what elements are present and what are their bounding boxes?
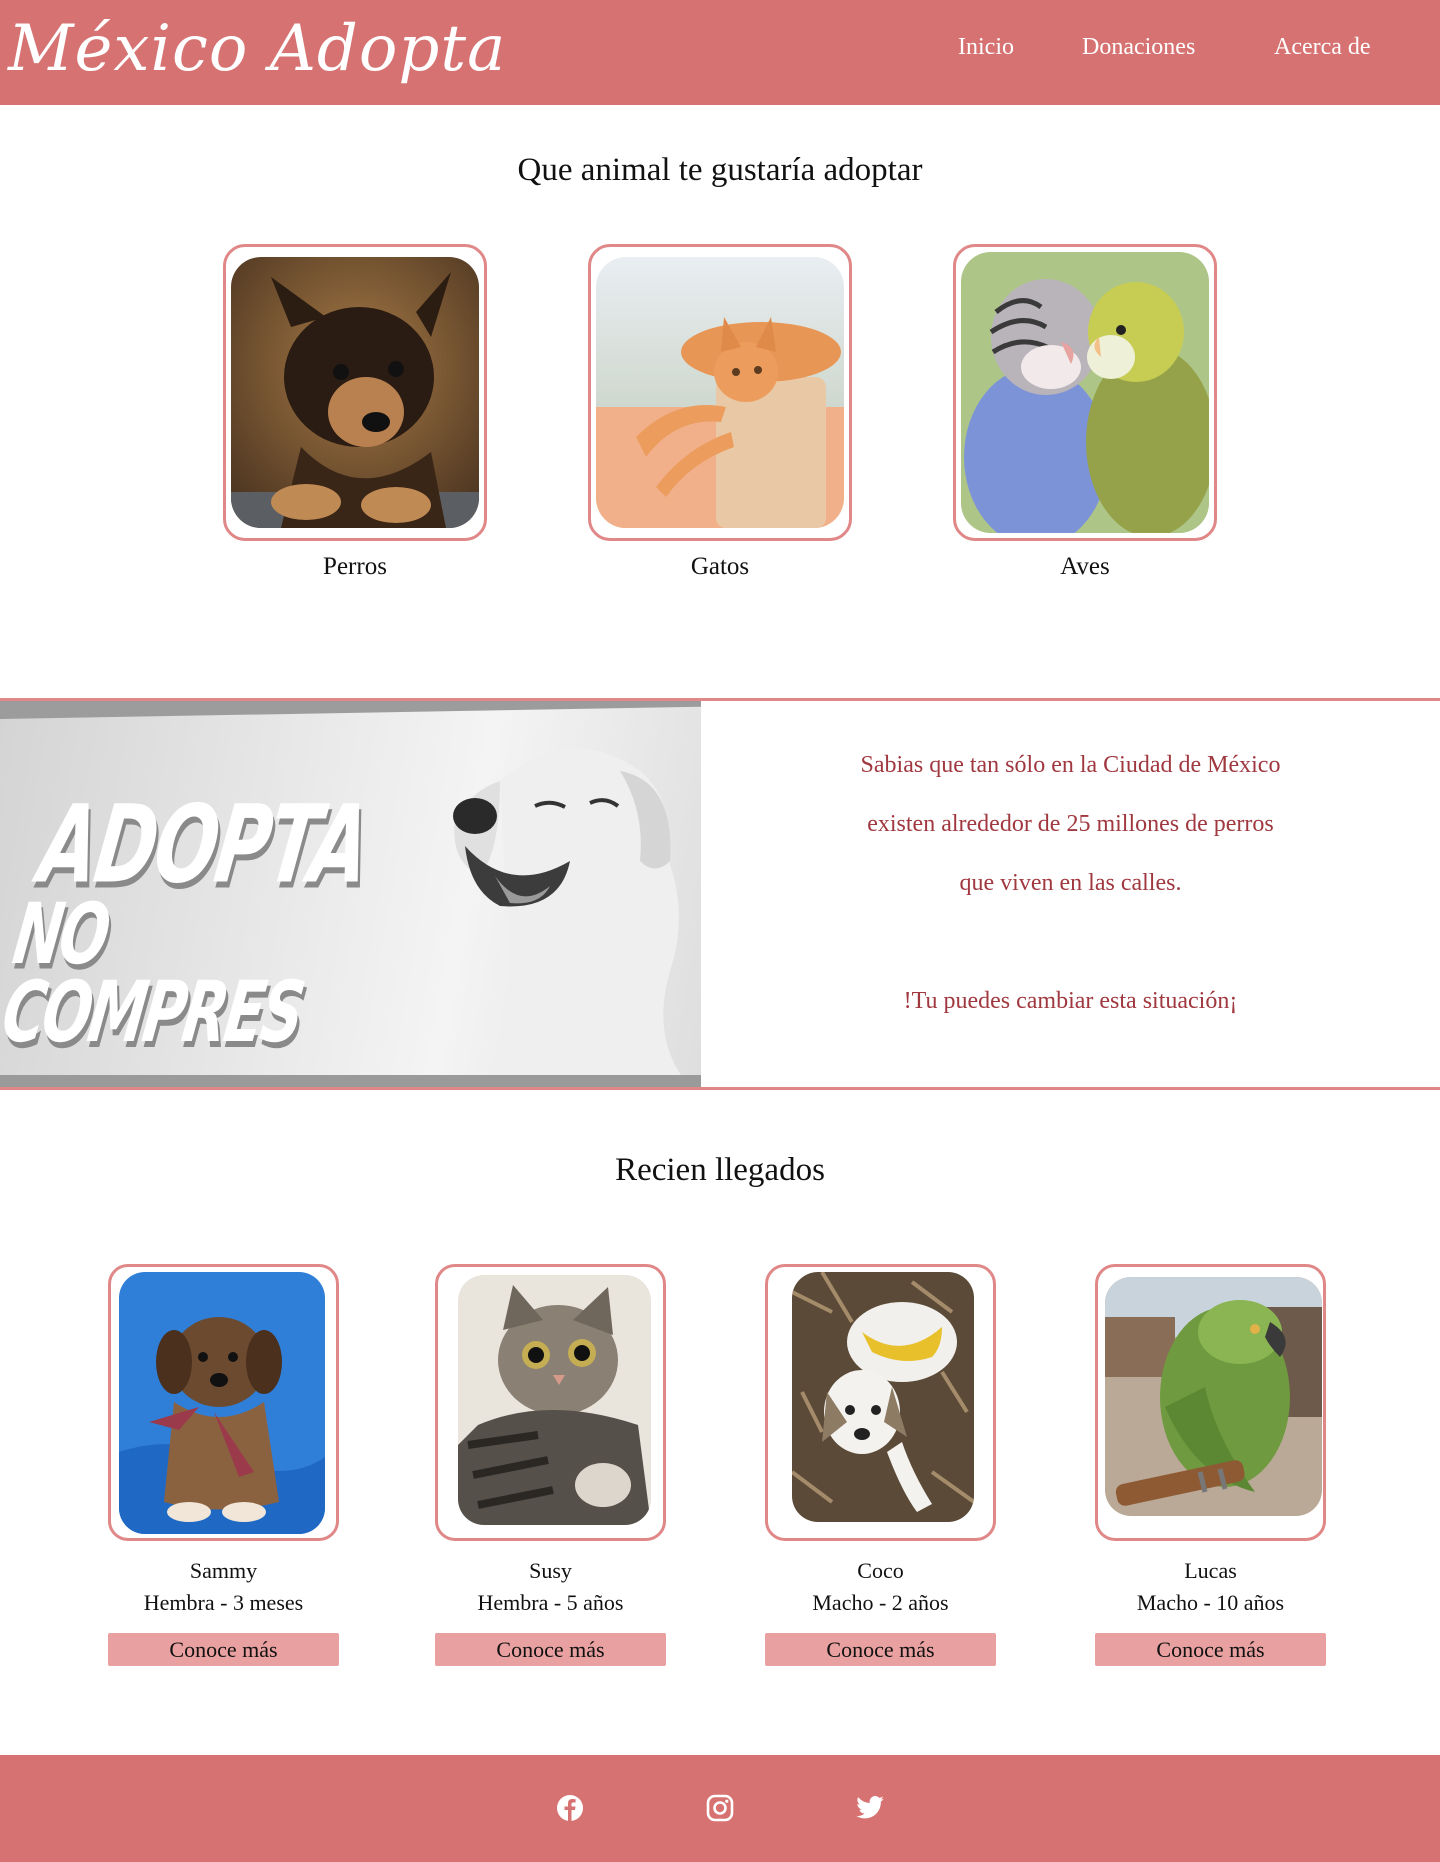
category-card-aves[interactable] [953, 244, 1217, 541]
banner-call-to-action: !Tu puedes cambiar esta situación¡ [903, 988, 1238, 1014]
pet-info: Macho - 2 años [812, 1590, 949, 1615]
banner-stripe [0, 1075, 701, 1087]
conoce-mas-button[interactable]: Conoce más [765, 1633, 996, 1666]
pet-photo-susy [458, 1275, 651, 1525]
pet-info: Hembra - 5 años [477, 1590, 624, 1615]
pet-name: Sammy [189, 1558, 258, 1583]
slogan-line1: ADOPTA [32, 782, 376, 908]
pet-name: Coco [857, 1558, 904, 1583]
category-card-gatos[interactable] [588, 244, 852, 541]
pet-photo-lucas [1105, 1277, 1322, 1516]
slogan-line2: NO COMPRES [0, 884, 308, 1062]
pet-card-sammy[interactable] [108, 1264, 339, 1541]
cat-photo [596, 257, 844, 528]
categories-title: Que animal te gustaría adoptar [517, 152, 923, 188]
parakeets-photo [961, 252, 1209, 533]
conoce-mas-button[interactable]: Conoce más [435, 1633, 666, 1666]
category-label: Perros [323, 553, 387, 580]
pet-photo-coco [792, 1272, 974, 1522]
instagram-icon[interactable] [705, 1793, 735, 1823]
nav-acerca-de[interactable]: Acerca de [1274, 34, 1371, 61]
twitter-icon[interactable] [855, 1793, 885, 1823]
awareness-banner: ADOPTA NO COMPRES Sabias que tan sólo en… [0, 698, 1440, 1090]
pet-card-susy[interactable] [435, 1264, 666, 1541]
adopta-banner-image: ADOPTA NO COMPRES [0, 701, 701, 1087]
facebook-icon[interactable] [555, 1793, 585, 1823]
nav-inicio[interactable]: Inicio [958, 34, 1014, 61]
pet-card-lucas[interactable] [1095, 1264, 1326, 1541]
category-label: Gatos [690, 553, 750, 580]
main-nav: Inicio Donaciones Acerca de [0, 34, 1440, 68]
pet-info: Hembra - 3 meses [143, 1590, 304, 1615]
banner-line: que viven en las calles. [959, 870, 1182, 896]
pet-photo-sammy [119, 1272, 325, 1534]
pet-info: Macho - 10 años [1136, 1590, 1285, 1615]
site-footer [0, 1755, 1440, 1862]
conoce-mas-button[interactable]: Conoce más [108, 1633, 339, 1666]
banner-message: Sabias que tan sólo en la Ciudad de Méxi… [701, 701, 1440, 1087]
site-header: México Adopta Inicio Donaciones Acerca d… [0, 0, 1440, 105]
pet-card-coco[interactable] [765, 1264, 996, 1541]
conoce-mas-button[interactable]: Conoce más [1095, 1633, 1326, 1666]
banner-line: Sabias que tan sólo en la Ciudad de Méxi… [860, 752, 1281, 778]
pet-name: Susy [529, 1558, 572, 1583]
adopta-slogan: ADOPTA NO COMPRES [0, 782, 388, 1061]
category-label: Aves [1060, 553, 1110, 580]
category-card-perros[interactable] [223, 244, 487, 541]
pet-name: Lucas [1184, 1558, 1237, 1583]
nav-donaciones[interactable]: Donaciones [1082, 34, 1195, 61]
recent-title: Recien llegados [615, 1152, 825, 1188]
banner-line: existen alrededor de 25 millones de perr… [867, 811, 1274, 837]
puppy-photo [231, 257, 479, 528]
